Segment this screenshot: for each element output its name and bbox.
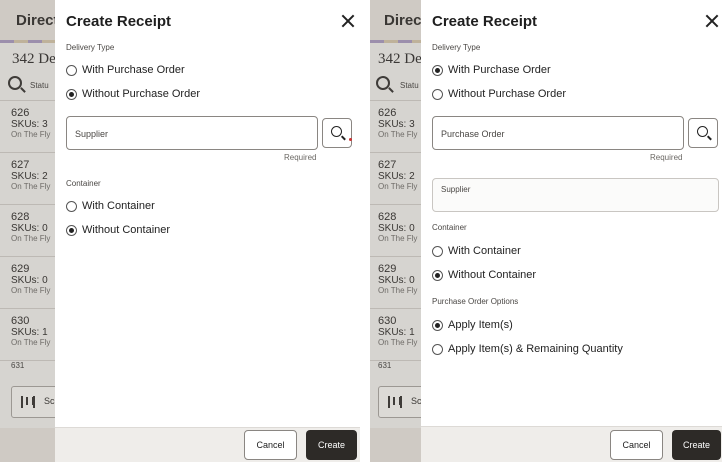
- barcode-scan-icon: [388, 396, 402, 408]
- radio-label: With Purchase Order: [82, 64, 185, 76]
- radio-label: Apply Item(s): [448, 319, 513, 331]
- create-receipt-drawer: Create Receipt Delivery Type With Purcha…: [55, 0, 360, 462]
- radio-circle[interactable]: [66, 224, 77, 236]
- radio-with-purchase-order[interactable]: With Purchase Order: [66, 63, 185, 77]
- radio-circle[interactable]: [432, 319, 443, 331]
- supplier-input[interactable]: Supplier: [66, 116, 318, 150]
- create-button[interactable]: Create: [306, 430, 357, 460]
- cancel-button[interactable]: Cancel: [610, 430, 663, 460]
- radio-circle[interactable]: [432, 269, 443, 281]
- app-title: Direct: [16, 12, 59, 29]
- search-icon[interactable]: [8, 76, 22, 90]
- purchase-order-input[interactable]: Purchase Order: [432, 116, 684, 150]
- store-subtitle: 342 De: [378, 51, 422, 67]
- radio-without-container[interactable]: Without Container: [66, 223, 170, 237]
- screenshot-without-purchase-order: Direct 342 De Statu 626 SKUs: 3 On The F…: [0, 0, 360, 462]
- radio-apply-items[interactable]: Apply Item(s): [432, 318, 513, 332]
- status-filter[interactable]: Statu: [400, 81, 419, 90]
- supplier-label: Supplier: [441, 185, 471, 194]
- supplier-search-button[interactable]: [322, 118, 352, 148]
- required-label: Required: [650, 153, 683, 162]
- search-icon[interactable]: [376, 76, 390, 90]
- create-button[interactable]: Create: [672, 430, 721, 460]
- drawer-title: Create Receipt: [432, 13, 538, 30]
- drawer-title: Create Receipt: [66, 13, 172, 30]
- delivery-type-label: Delivery Type: [66, 43, 115, 52]
- container-label: Container: [66, 179, 101, 188]
- cancel-button[interactable]: Cancel: [244, 430, 297, 460]
- radio-label: Apply Item(s) & Remaining Quantity: [448, 343, 623, 355]
- purchase-order-placeholder: Purchase Order: [441, 129, 505, 139]
- radio-apply-items-remaining[interactable]: Apply Item(s) & Remaining Quantity: [432, 342, 623, 356]
- delivery-type-label: Delivery Type: [432, 43, 481, 52]
- radio-label: With Purchase Order: [448, 64, 551, 76]
- radio-with-container[interactable]: With Container: [432, 244, 521, 258]
- supplier-field: Supplier: [432, 178, 719, 212]
- radio-circle[interactable]: [432, 245, 443, 257]
- radio-with-container[interactable]: With Container: [66, 199, 155, 213]
- drawer-footer: Cancel Create: [421, 426, 722, 462]
- radio-circle[interactable]: [432, 88, 443, 100]
- radio-label: With Container: [82, 200, 155, 212]
- radio-circle[interactable]: [66, 88, 77, 100]
- radio-label: Without Container: [448, 269, 537, 281]
- close-icon[interactable]: [704, 13, 720, 29]
- container-label: Container: [432, 223, 467, 232]
- radio-label: Without Purchase Order: [448, 88, 566, 100]
- purchase-order-search-button[interactable]: [688, 118, 718, 148]
- required-indicator: [349, 138, 352, 141]
- radio-without-container[interactable]: Without Container: [432, 268, 536, 282]
- scan-label: Sc: [411, 396, 422, 406]
- po-options-label: Purchase Order Options: [432, 297, 519, 306]
- radio-label: With Container: [448, 245, 521, 257]
- radio-circle[interactable]: [432, 343, 443, 355]
- create-receipt-drawer: Create Receipt Delivery Type With Purcha…: [421, 0, 722, 462]
- radio-label: Without Container: [82, 224, 171, 236]
- radio-with-purchase-order[interactable]: With Purchase Order: [432, 63, 551, 77]
- radio-without-purchase-order[interactable]: Without Purchase Order: [66, 87, 200, 101]
- store-subtitle: 342 De: [12, 51, 56, 67]
- drawer-footer: Cancel Create: [55, 427, 360, 462]
- radio-circle[interactable]: [432, 64, 443, 76]
- close-icon[interactable]: [340, 13, 356, 29]
- scan-label: Sc: [44, 396, 55, 406]
- screenshot-with-purchase-order: Direct 342 De Statu 626 SKUs: 3 On The F…: [370, 0, 722, 462]
- radio-circle[interactable]: [66, 200, 77, 212]
- barcode-scan-icon: [21, 396, 35, 408]
- radio-label: Without Purchase Order: [82, 88, 200, 100]
- supplier-placeholder: Supplier: [75, 129, 109, 139]
- radio-without-purchase-order[interactable]: Without Purchase Order: [432, 87, 566, 101]
- search-icon: [697, 126, 708, 137]
- status-filter[interactable]: Statu: [30, 81, 49, 90]
- radio-circle[interactable]: [66, 64, 77, 76]
- search-icon: [331, 126, 342, 137]
- required-label: Required: [284, 153, 317, 162]
